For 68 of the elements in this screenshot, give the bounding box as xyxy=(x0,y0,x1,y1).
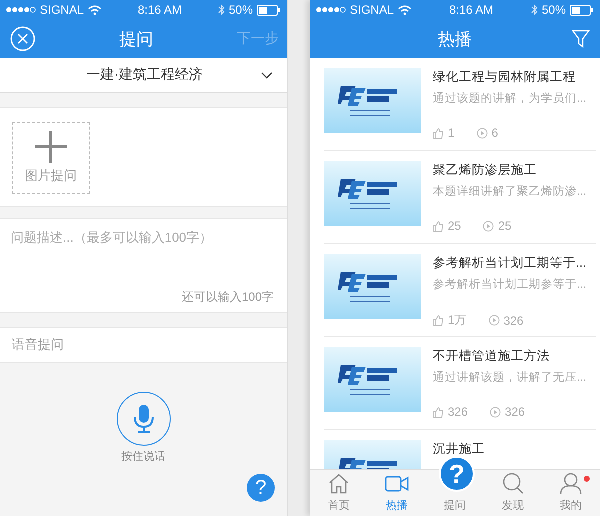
home-icon xyxy=(327,472,351,496)
tab-item[interactable]: 发现 xyxy=(484,470,542,516)
clock-time: 8:16 AM xyxy=(138,3,182,17)
play-count: 326 xyxy=(504,314,524,328)
filter-icon[interactable] xyxy=(572,30,590,48)
video-title: 参考解析当计划工期等于... xyxy=(433,255,586,272)
video-list-item[interactable]: 不开槽管道施工方法 通过讲解该题，讲解了无压... 326 326 xyxy=(324,337,596,430)
video-title: 聚乙烯防渗层施工 xyxy=(433,162,537,179)
video-title: 沉井施工 xyxy=(433,441,485,458)
notification-dot xyxy=(584,476,590,482)
hold-to-talk-hint: 按住说话 xyxy=(122,450,166,464)
character-counter: 还可以输入100字 xyxy=(180,289,275,306)
video-description: 本题详细讲解了聚乙烯防渗... xyxy=(433,184,587,199)
subject-dropdown[interactable]: 一建·建筑工程经济 xyxy=(0,58,287,93)
play-circle-icon xyxy=(490,406,502,418)
microphone-icon xyxy=(132,404,154,434)
battery-percent: 50% xyxy=(228,3,254,17)
play-count: 6 xyxy=(492,126,498,140)
video-list-item[interactable]: 参考解析当计划工期等于... 参考解析当计划工期参等于... 1万 326 xyxy=(324,244,596,337)
question-description-field[interactable]: 问题描述...（最多可以输入100字） 还可以输入100字 xyxy=(0,218,287,313)
tab-item[interactable]: 我的 xyxy=(542,470,600,516)
clock-time: 8:16 AM xyxy=(449,3,494,17)
signal-icon xyxy=(316,6,346,14)
subject-label: 一建·建筑工程经济 xyxy=(86,66,203,84)
video-description: 参考解析当计划工期参等于... xyxy=(433,278,587,292)
play-circle-icon xyxy=(476,128,488,138)
wifi-icon xyxy=(88,5,102,15)
video-description: 通过该题的讲解，为学员们... xyxy=(433,91,587,106)
tab-item[interactable]: 热播 xyxy=(368,470,426,516)
like-count: 1 xyxy=(448,126,455,140)
video-title: 不开槽管道施工方法 xyxy=(433,348,550,365)
play-circle-icon xyxy=(483,220,494,232)
play-count: 326 xyxy=(505,405,526,419)
like-count: 326 xyxy=(448,405,468,419)
screen-title: 热播 xyxy=(438,28,472,50)
bluetooth-icon xyxy=(530,4,538,16)
thumbs-up-icon xyxy=(433,406,444,418)
video-list-item[interactable]: 聚乙烯防渗层施工 本题详细讲解了聚乙烯防渗... 25 25 xyxy=(324,151,596,244)
help-button[interactable]: ? xyxy=(247,474,275,502)
search-icon xyxy=(501,472,525,496)
video-title: 绿化工程与园林附属工程 xyxy=(433,69,576,86)
plus-icon xyxy=(35,131,67,163)
tab-item[interactable]: 首页 xyxy=(310,470,368,516)
carrier-name: SIGNAL xyxy=(350,3,394,17)
thumbs-up-icon xyxy=(433,315,444,326)
play-count: 25 xyxy=(498,219,512,233)
carrier-name: SIGNAL xyxy=(40,3,84,17)
person-icon xyxy=(559,472,583,496)
bluetooth-icon xyxy=(218,4,225,16)
video-list-item[interactable]: 绿化工程与园林附属工程 通过该题的讲解，为学员们... 1 6 xyxy=(324,58,596,151)
like-count: 1万 xyxy=(448,312,467,329)
play-circle-icon xyxy=(488,315,500,326)
hold-to-talk-button[interactable] xyxy=(116,392,170,446)
signal-icon xyxy=(6,6,36,14)
photo-question-button[interactable]: 图片提问 xyxy=(12,122,90,194)
chevron-down-icon xyxy=(261,72,273,78)
ask-question-button[interactable]: ? xyxy=(439,456,475,492)
battery-percent: 50% xyxy=(542,3,566,17)
screen-title: 提问 xyxy=(120,28,154,50)
close-icon[interactable] xyxy=(10,26,36,52)
battery-icon xyxy=(257,4,282,16)
voice-question-label: 语音提问 xyxy=(12,336,64,354)
thumbs-up-icon xyxy=(433,128,444,138)
battery-icon xyxy=(570,4,594,16)
video-description: 通过讲解该题，讲解了无压... xyxy=(433,370,587,385)
like-count: 25 xyxy=(448,219,462,233)
wifi-icon xyxy=(398,5,412,15)
thumbs-up-icon xyxy=(433,220,444,232)
